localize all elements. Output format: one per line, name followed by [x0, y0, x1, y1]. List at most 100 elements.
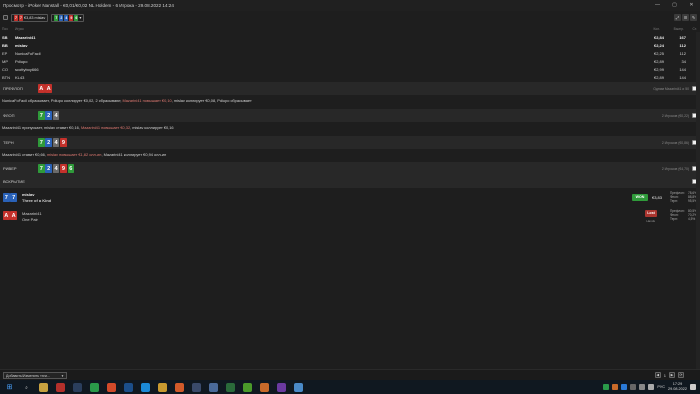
expand-icon[interactable]: ⤢	[674, 14, 681, 21]
table-row[interactable]: BB mislav €2,24 112	[0, 41, 700, 49]
action-text: Mazarini41 пропускает, mislav ставит €0,…	[2, 125, 81, 130]
river-card-1: 7	[38, 164, 45, 173]
turn-card-4: 9	[60, 138, 67, 147]
window-title: Просмотр - iPoker Nanstall - €0,01/€0,02…	[3, 3, 174, 8]
app-icon[interactable]	[294, 382, 303, 392]
player-position: SB	[2, 34, 8, 40]
header-value[interactable]: Выигр.	[674, 27, 684, 31]
player-value: 112	[679, 42, 686, 48]
player-name: scottyboy666	[15, 67, 39, 73]
app-icon[interactable]	[260, 382, 269, 392]
lost-sublabel: Hands	[646, 219, 655, 223]
flop-card-1: 7	[38, 111, 45, 120]
action-raise: Mazarini41 повышает €0,10	[122, 98, 172, 103]
hero-card-2: 7	[19, 14, 23, 21]
board-card-4: 9	[69, 14, 74, 21]
select-checkbox[interactable]	[3, 15, 8, 20]
won-badge: WON	[632, 194, 648, 201]
app-icon[interactable]	[192, 382, 201, 392]
loser-equity-stats: Префлоп: 80,5% Флоп: 70,2% Терн: 4,5%	[670, 209, 697, 221]
chrome-icon[interactable]	[107, 382, 116, 392]
next-page-button[interactable]: ▶	[669, 372, 675, 378]
app-icon[interactable]	[277, 382, 286, 392]
header-stack[interactable]: Кол.	[653, 27, 660, 31]
whatsapp-icon[interactable]	[90, 382, 99, 392]
table-row[interactable]: MP Pdiupo €2,89 34	[0, 58, 700, 66]
minimize-button[interactable]: —	[649, 0, 666, 11]
file-explorer-icon[interactable]	[39, 382, 48, 392]
system-tray: РУС 17:29 29.08.2022	[603, 380, 700, 394]
tray-icon[interactable]	[603, 384, 610, 390]
app-icon[interactable]	[209, 382, 218, 392]
player-position: MP	[2, 59, 8, 65]
tray-icon[interactable]	[621, 384, 628, 390]
river-summary: 2 Игроков (€4,70)	[661, 166, 689, 171]
chevron-down-icon[interactable]: ▾	[79, 15, 81, 20]
vertical-scrollbar[interactable]	[696, 32, 700, 372]
hero-card-1: 7	[14, 14, 18, 21]
header-position[interactable]: Поз	[2, 27, 8, 31]
refresh-icon[interactable]: ⟳	[678, 372, 684, 378]
tray-icon[interactable]	[630, 384, 637, 390]
turn-label: ТЕРН	[3, 140, 14, 145]
loser-hand: One Pair	[22, 216, 38, 222]
toolbar: 7 7 €3,83 mislav 7 2 4 9 6 ▾ ⤢ ☰ ✎	[0, 11, 700, 24]
flop-summary: 2 Игроков (€0,22)	[661, 113, 689, 118]
action-text: , Mazarini41 коллирует €0,94 олл-ин	[101, 152, 167, 157]
tray-icon[interactable]	[612, 384, 619, 390]
menu-icon[interactable]: ☰	[682, 14, 689, 21]
header-extra[interactable]: Ст.	[693, 27, 697, 31]
maximize-button[interactable]: ▢	[666, 0, 683, 11]
pager: ◀ 1 ▶ ⟳	[654, 372, 684, 378]
windows-start-icon[interactable]: ⊞	[5, 383, 14, 392]
table-row[interactable]: EP NunicaFoFacil €2,25 112	[0, 49, 700, 57]
action-raise: mislav повышает €1,82 олл-ин	[46, 152, 102, 157]
nvidia-icon[interactable]	[243, 382, 252, 392]
action-text: Mazarini41 ставит €0,66,	[2, 152, 47, 157]
board-chip[interactable]: 7 2 4 9 6 ▾	[51, 13, 85, 22]
close-button[interactable]: ✕	[683, 0, 700, 11]
player-position: BTN	[2, 75, 10, 81]
notifications-icon[interactable]	[690, 384, 696, 390]
network-icon[interactable]	[639, 384, 646, 390]
river-card-4: 9	[60, 164, 67, 173]
volume-icon[interactable]	[648, 384, 655, 390]
header-player[interactable]: Игрок	[15, 27, 24, 31]
river-card-3: 4	[52, 164, 60, 173]
table-row[interactable]: CO scottyboy666 €2,99 144	[0, 66, 700, 74]
turn-section: ТЕРН 7 2 4 9 2 Игроков (€0,86)	[0, 136, 700, 149]
folder-icon[interactable]	[158, 382, 167, 392]
action-raise: Mazarini41 повышает €0,32	[80, 125, 131, 130]
river-label: РИВЕР	[3, 166, 17, 171]
browser-icon[interactable]	[175, 382, 184, 392]
action-text: NunicaFoFacil сбрасывает, Pdiupo коллиру…	[2, 98, 123, 103]
flop-label: ФЛОП	[3, 113, 15, 118]
tags-dropdown[interactable]: Добавить/Изменить тэги... ▼	[3, 372, 67, 379]
winner-equity-stats: Префлоп: 78,6% Флоп: 88,8% Терн: 95,5%	[670, 191, 697, 203]
player-name: NunicaFoFacil	[15, 50, 41, 56]
edit-icon[interactable]: ✎	[690, 14, 697, 21]
flop-card-2: 2	[45, 111, 52, 120]
page-number: 1	[663, 372, 666, 378]
player-stack: €2,89	[653, 75, 664, 81]
player-position: CO	[2, 67, 8, 73]
flop-actions: Mazarini41 пропускает, mislav ставит €0,…	[2, 125, 174, 130]
language-indicator[interactable]: РУС	[657, 385, 665, 389]
player-value: 112	[679, 50, 686, 56]
stat-value: 4,5%	[687, 217, 696, 221]
turn-card-1: 7	[38, 138, 45, 147]
app-icon[interactable]	[226, 382, 235, 392]
skype-icon[interactable]	[141, 382, 150, 392]
table-row[interactable]: SB Mazarini41 €2,84 167	[0, 33, 700, 41]
security-app-icon[interactable]	[56, 382, 65, 392]
hand-chip[interactable]: 7 7 €3,83 mislav	[11, 13, 49, 22]
loser-name: Mazarini41	[22, 211, 42, 216]
steam-icon[interactable]	[73, 382, 82, 392]
prev-page-button[interactable]: ◀	[654, 372, 661, 378]
steam-alt-icon[interactable]	[124, 382, 133, 392]
clock[interactable]: 17:29 29.08.2022	[668, 382, 687, 391]
table-row[interactable]: BTN KL43 €2,89 144	[0, 74, 700, 82]
search-icon[interactable]: ⌕	[22, 383, 31, 392]
player-value: 144	[679, 67, 686, 73]
chevron-down-icon: ▼	[61, 374, 64, 378]
